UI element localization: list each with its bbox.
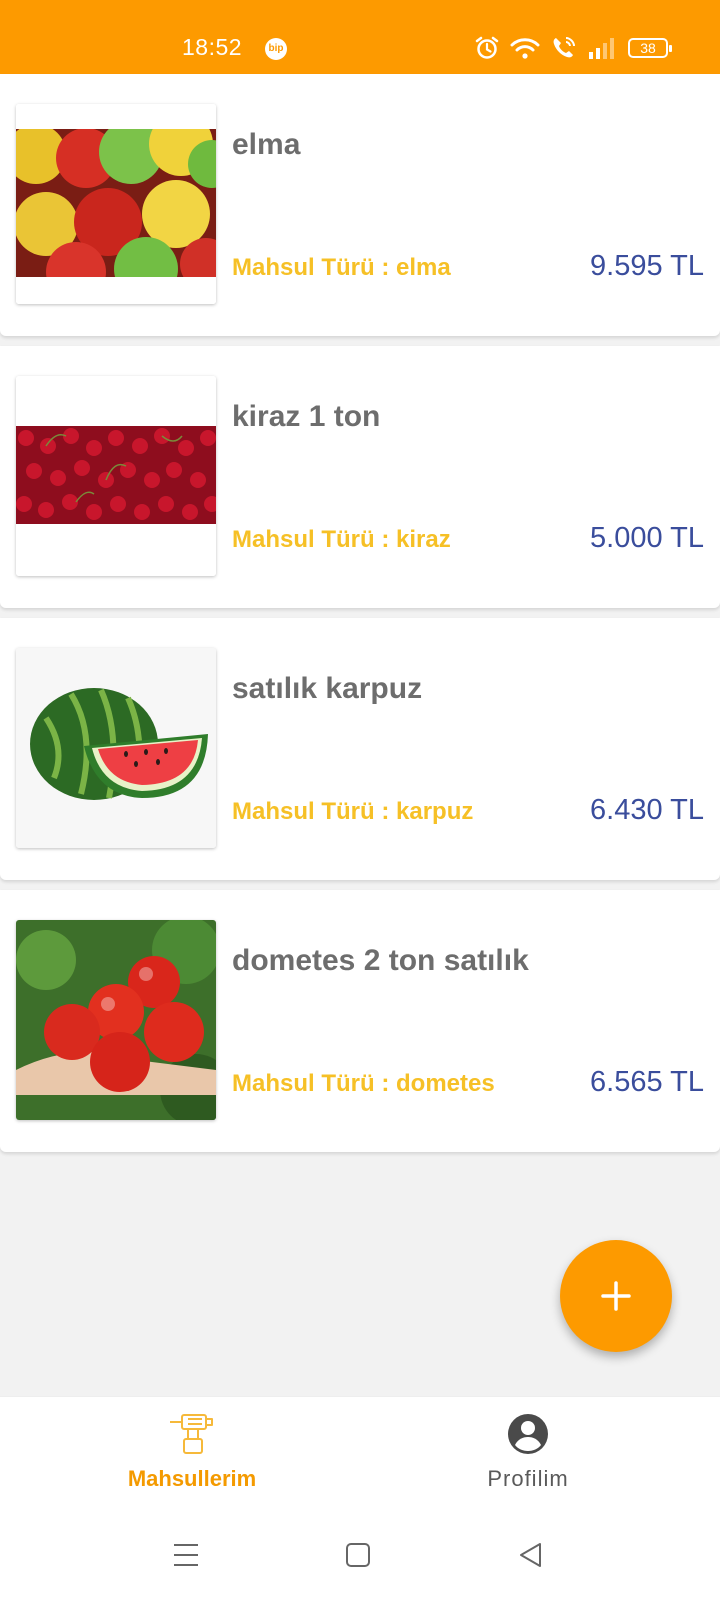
product-title: satılık karpuz: [232, 672, 423, 705]
product-price: 5.000 TL: [590, 522, 704, 554]
nav-item-mahsullerim[interactable]: Mahsullerim: [62, 1411, 322, 1492]
product-type: Mahsul Türü : elma: [232, 254, 451, 281]
signal-icon: [589, 38, 614, 59]
nav-label: Mahsullerim: [127, 1466, 257, 1491]
wifi-icon: [510, 38, 540, 59]
product-image-apples: [16, 104, 216, 304]
home-square-icon[interactable]: [345, 1542, 371, 1568]
product-title: kiraz 1 ton: [232, 400, 381, 433]
status-time: 18:52: [182, 34, 243, 60]
status-icons: 38: [474, 34, 672, 62]
status-bar: 18:52 bip 38: [0, 0, 720, 74]
product-card[interactable]: dometes 2 ton satılık Mahsul Türü : dome…: [0, 890, 720, 1152]
product-type: Mahsul Türü : dometes: [232, 1070, 495, 1097]
back-triangle-icon[interactable]: [518, 1542, 544, 1568]
product-title: elma: [232, 128, 301, 161]
product-type: Mahsul Türü : kiraz: [232, 526, 451, 553]
wifi-call-icon: [553, 37, 575, 58]
product-price: 6.430 TL: [590, 794, 704, 826]
add-product-button[interactable]: [560, 1240, 672, 1352]
bottom-navigation: Mahsullerim Profilim: [0, 1396, 720, 1515]
product-card[interactable]: kiraz 1 ton Mahsul Türü : kiraz 5.000 TL: [0, 346, 720, 608]
product-card[interactable]: elma Mahsul Türü : elma 9.595 TL: [0, 74, 720, 336]
drill-icon: [170, 1414, 213, 1454]
menu-icon[interactable]: [172, 1542, 200, 1568]
battery-icon: 38: [628, 38, 672, 58]
account-circle-icon: [508, 1414, 548, 1454]
product-image-tomatoes: [16, 920, 216, 1120]
product-price: 9.595 TL: [590, 250, 704, 282]
product-image-cherries: [16, 376, 216, 576]
alarm-icon: [475, 36, 499, 59]
product-list: elma Mahsul Türü : elma 9.595 TL kiraz 1…: [0, 74, 720, 1162]
nav-item-profilim[interactable]: Profilim: [398, 1411, 658, 1492]
plus-icon: [601, 1281, 631, 1311]
product-image-watermelon: [16, 648, 216, 848]
product-price: 6.565 TL: [590, 1066, 704, 1098]
product-title: dometes 2 ton satılık: [232, 944, 529, 977]
nav-label: Profilim: [487, 1466, 569, 1491]
system-navigation-bar: [0, 1514, 720, 1600]
product-card[interactable]: satılık karpuz Mahsul Türü : karpuz 6.43…: [0, 618, 720, 880]
bip-notification-icon: bip: [265, 38, 287, 60]
product-type: Mahsul Türü : karpuz: [232, 798, 474, 825]
